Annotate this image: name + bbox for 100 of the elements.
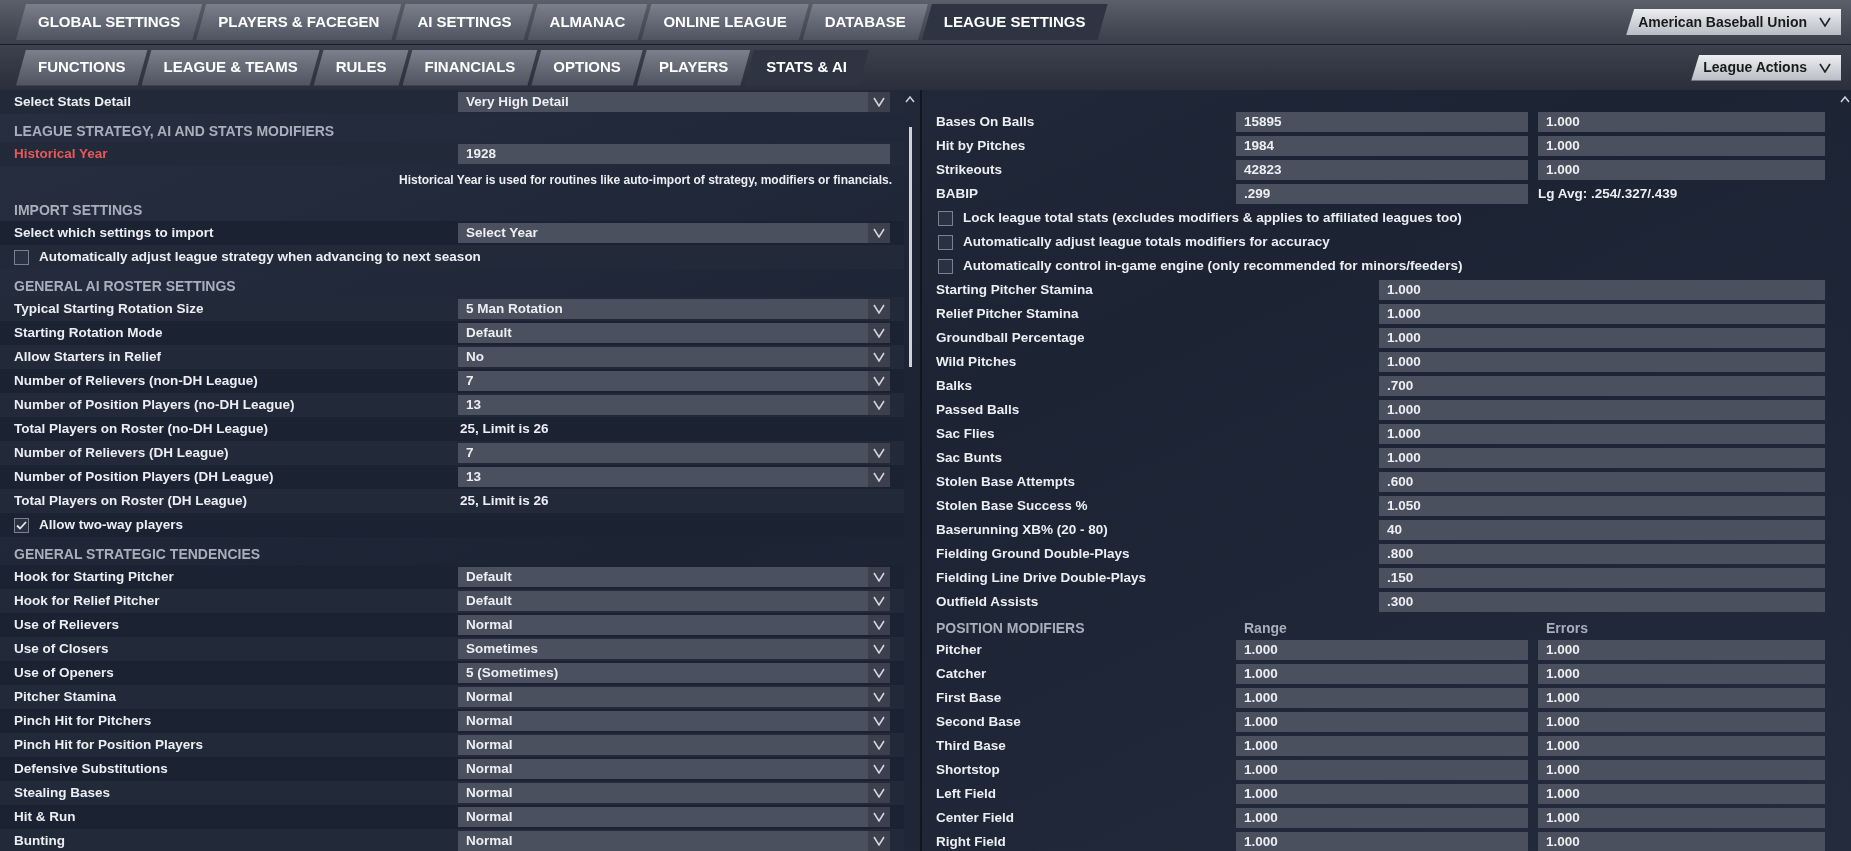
checkbox[interactable]: [14, 249, 29, 265]
checkbox-label: Lock league total stats (excludes modifiers & applies to affiliated leagues too): [963, 208, 1462, 227]
input-field[interactable]: 1.000: [1236, 736, 1528, 756]
input-field[interactable]: 1.000: [1538, 688, 1825, 708]
tab[interactable]: PLAYERS & FACEGEN: [196, 4, 402, 40]
scroll-up-icon[interactable]: [1840, 96, 1850, 103]
input-field[interactable]: 1.000: [1379, 424, 1825, 444]
input-field[interactable]: 1.000: [1236, 760, 1528, 780]
input-field[interactable]: 1.000: [1538, 640, 1825, 660]
dropdown[interactable]: Very High Detail: [458, 92, 890, 112]
tab[interactable]: FINANCIALS: [402, 49, 538, 86]
input-field[interactable]: 1.050: [1379, 496, 1825, 516]
dropdown[interactable]: 5 (Sometimes): [458, 663, 890, 683]
input-field[interactable]: 1.000: [1538, 832, 1825, 851]
input-field[interactable]: .299: [1236, 184, 1528, 204]
input-field[interactable]: 1.000: [1538, 712, 1825, 732]
chevron-down-icon: [873, 836, 885, 846]
setting-label: Fielding Ground Double-Plays: [936, 544, 1131, 563]
input-field[interactable]: 1.000: [1236, 688, 1528, 708]
tab[interactable]: ALMANAC: [527, 4, 648, 40]
input-field[interactable]: .700: [1379, 376, 1825, 396]
setting-label: Relief Pitcher Stamina: [936, 304, 1080, 323]
input-field[interactable]: 1.000: [1379, 328, 1825, 348]
dropdown[interactable]: Normal: [458, 711, 890, 731]
input-field[interactable]: 1.000: [1538, 136, 1825, 156]
input-field[interactable]: 15895: [1236, 112, 1528, 132]
checkbox[interactable]: [938, 234, 953, 250]
input-field[interactable]: 1.000: [1379, 448, 1825, 468]
input-field[interactable]: 1.000: [1379, 352, 1825, 372]
input-field[interactable]: 1.000: [1538, 760, 1825, 780]
input-field[interactable]: .150: [1379, 568, 1825, 588]
tab[interactable]: LEAGUE & TEAMS: [141, 49, 320, 86]
input-field[interactable]: 1.000: [1236, 784, 1528, 804]
setting-label: Shortstop: [936, 760, 1001, 779]
dropdown[interactable]: No: [458, 347, 890, 367]
input-field[interactable]: .600: [1379, 472, 1825, 492]
dropdown[interactable]: Normal: [458, 783, 890, 803]
actions-dropdown[interactable]: League Actions: [1691, 54, 1841, 81]
tab[interactable]: STATS & AI: [744, 49, 869, 86]
input-field[interactable]: .800: [1379, 544, 1825, 564]
dropdown[interactable]: Normal: [458, 687, 890, 707]
dropdown[interactable]: Normal: [458, 615, 890, 635]
setting-label: Use of Openers: [14, 663, 115, 682]
tab[interactable]: DATABASE: [802, 4, 928, 40]
setting-label: BABIP: [936, 184, 979, 203]
tab[interactable]: RULES: [313, 49, 409, 86]
tab[interactable]: FUNCTIONS: [16, 49, 148, 86]
checkbox-label: Allow two-way players: [39, 515, 184, 534]
dropdown[interactable]: Default: [458, 567, 890, 587]
input-field[interactable]: 40: [1379, 520, 1825, 540]
input-field[interactable]: 1.000: [1379, 304, 1825, 324]
setting-label: Third Base: [936, 736, 1007, 755]
dropdown[interactable]: Normal: [458, 759, 890, 779]
checkbox[interactable]: [938, 258, 953, 274]
input-field[interactable]: 1.000: [1379, 400, 1825, 420]
tab[interactable]: AI SETTINGS: [395, 4, 534, 40]
input-field[interactable]: 1928: [458, 144, 890, 164]
dropdown[interactable]: Default: [458, 323, 890, 343]
input-field[interactable]: 1.000: [1379, 280, 1825, 300]
league-dropdown[interactable]: American Baseball Union: [1626, 9, 1841, 35]
tab[interactable]: PLAYERS: [636, 49, 751, 86]
input-field[interactable]: 1.000: [1538, 664, 1825, 684]
input-field[interactable]: 1984: [1236, 136, 1528, 156]
dropdown[interactable]: Select Year: [458, 223, 890, 243]
dropdown[interactable]: Normal: [458, 807, 890, 827]
column-header: Errors: [1545, 618, 1589, 638]
scrollbar-thumb[interactable]: [908, 127, 912, 367]
dropdown[interactable]: Sometimes: [458, 639, 890, 659]
dropdown[interactable]: 13: [458, 395, 890, 415]
checkbox[interactable]: [14, 517, 29, 533]
tab[interactable]: ONLINE LEAGUE: [641, 4, 809, 40]
tab[interactable]: OPTIONS: [531, 49, 643, 86]
tab[interactable]: GLOBAL SETTINGS: [16, 4, 203, 40]
section-header: POSITION MODIFIERS: [936, 618, 1086, 638]
dropdown[interactable]: Normal: [458, 735, 890, 755]
input-field[interactable]: 1.000: [1236, 664, 1528, 684]
dropdown[interactable]: Default: [458, 591, 890, 611]
input-field[interactable]: 1.000: [1236, 712, 1528, 732]
input-field[interactable]: 1.000: [1236, 832, 1528, 851]
input-field[interactable]: 1.000: [1538, 112, 1825, 132]
chevron-down-icon: [873, 448, 885, 458]
input-field[interactable]: 1.000: [1538, 784, 1825, 804]
dropdown[interactable]: 13: [458, 467, 890, 487]
dropdown[interactable]: Normal: [458, 831, 890, 851]
input-field[interactable]: 1.000: [1236, 640, 1528, 660]
setting-label: Historical Year: [14, 144, 109, 163]
dropdown[interactable]: 7: [458, 443, 890, 463]
tab[interactable]: LEAGUE SETTINGS: [921, 4, 1108, 40]
dropdown[interactable]: 5 Man Rotation: [458, 299, 890, 319]
checkbox[interactable]: [938, 210, 953, 226]
dropdown[interactable]: 7: [458, 371, 890, 391]
input-field[interactable]: 42823: [1236, 160, 1528, 180]
input-field[interactable]: 1.000: [1538, 736, 1825, 756]
setting-label: Bases On Balls: [936, 112, 1036, 131]
input-field[interactable]: 1.000: [1538, 808, 1825, 828]
input-field[interactable]: 1.000: [1236, 808, 1528, 828]
input-field[interactable]: 1.000: [1538, 160, 1825, 180]
chevron-down-icon: [1819, 17, 1831, 27]
input-field[interactable]: .300: [1379, 592, 1825, 612]
scroll-up-icon[interactable]: [905, 96, 915, 103]
